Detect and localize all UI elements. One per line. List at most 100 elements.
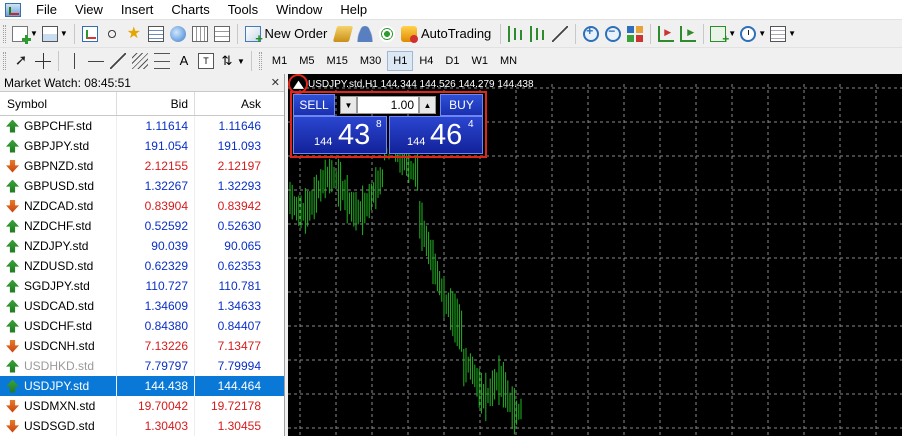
lot-decrease-button[interactable]: ▼ <box>340 96 357 114</box>
favorites-button[interactable]: ★ <box>123 23 145 45</box>
channel-button[interactable] <box>129 50 151 72</box>
terminal-icon <box>191 25 208 42</box>
new-chart-icon <box>12 25 31 44</box>
chart-window[interactable]: USDJPY.std,H1 144.344 144.526 144.279 14… <box>288 74 902 436</box>
menu-tools[interactable]: Tools <box>219 0 267 19</box>
toolbar-grip[interactable] <box>258 52 262 70</box>
lot-size-input[interactable] <box>357 96 419 114</box>
symbol-name: USDMXN.std <box>24 399 96 413</box>
chart-shift-button[interactable] <box>677 23 699 45</box>
column-header-bid[interactable]: Bid <box>117 92 195 115</box>
text-label-button[interactable]: T <box>195 50 217 72</box>
timeframe-w1[interactable]: W1 <box>465 51 494 71</box>
tile-windows-button[interactable] <box>624 23 646 45</box>
terminal-button[interactable] <box>189 23 211 45</box>
menu-charts[interactable]: Charts <box>162 0 218 19</box>
navigator-button[interactable] <box>167 23 189 45</box>
indicators-button[interactable]: ▼ <box>708 23 738 46</box>
menu-file[interactable]: File <box>27 0 66 19</box>
tester-button[interactable] <box>211 23 233 45</box>
timeframe-m5[interactable]: M5 <box>293 51 320 71</box>
zoom-in-button[interactable] <box>580 23 602 45</box>
column-header-ask[interactable]: Ask <box>195 92 267 115</box>
candlestick-button[interactable] <box>527 23 549 45</box>
timeframe-h1[interactable]: H1 <box>387 51 414 71</box>
fibonacci-button[interactable] <box>151 50 173 72</box>
market-watch-row[interactable]: USDMXN.std 19.70042 19.72178 <box>0 396 284 416</box>
market-watch-row[interactable]: GBPJPY.std 191.054 191.093 <box>0 136 284 156</box>
timeframe-m30[interactable]: M30 <box>354 51 387 71</box>
crosshair-move-button[interactable] <box>101 23 123 45</box>
new-chart-button[interactable]: ▼ <box>10 23 40 45</box>
auto-scroll-button[interactable] <box>655 23 677 45</box>
symbol-name: NZDCHF.std <box>24 219 92 233</box>
horizontal-line-button[interactable] <box>85 50 107 72</box>
toolbar-grip[interactable] <box>3 24 6 43</box>
buy-button[interactable]: BUY <box>440 94 483 116</box>
lot-increase-button[interactable]: ▲ <box>419 96 436 114</box>
market-watch-row[interactable]: USDSGD.std 1.30403 1.30455 <box>0 416 284 436</box>
market-watch-row[interactable]: NZDJPY.std 90.039 90.065 <box>0 236 284 256</box>
tile-windows-icon <box>627 25 644 42</box>
menu-help[interactable]: Help <box>331 0 376 19</box>
bid-price: 110.727 <box>117 276 195 296</box>
profiles-button[interactable]: ▼ <box>40 23 70 45</box>
metaeditor-button[interactable] <box>332 23 354 45</box>
vertical-line-button[interactable] <box>63 50 85 72</box>
ask-price: 19.72178 <box>210 399 261 413</box>
text-button[interactable]: A <box>173 50 195 72</box>
ask-price: 1.30455 <box>217 419 261 433</box>
sell-button[interactable]: SELL <box>293 94 335 116</box>
crosshair-icon <box>103 25 120 42</box>
arrows-button[interactable]: ⇅ ▼ <box>217 50 247 72</box>
menu-insert[interactable]: Insert <box>112 0 163 19</box>
timeframe-m15[interactable]: M15 <box>320 51 353 71</box>
app-chart-icon[interactable] <box>5 2 21 17</box>
arrow-up-icon <box>6 259 19 273</box>
toolbar-separator <box>250 51 252 71</box>
arrow-up-icon <box>6 139 19 153</box>
text-icon: A <box>179 53 189 68</box>
market-watch-row[interactable]: GBPUSD.std 1.32267 1.32293 <box>0 176 284 196</box>
market-watch-row[interactable]: USDCHF.std 0.84380 0.84407 <box>0 316 284 336</box>
cursor-button[interactable]: ➚ <box>10 50 32 72</box>
menu-view[interactable]: View <box>66 0 112 19</box>
symbol-name: USDCAD.std <box>24 299 95 313</box>
column-header-symbol[interactable]: Symbol <box>0 92 117 115</box>
trendline-button[interactable] <box>107 50 129 72</box>
buy-price-button[interactable]: 144 46 4 <box>389 116 483 154</box>
support-button[interactable] <box>354 23 376 45</box>
bar-chart-button[interactable] <box>505 23 527 45</box>
timeframe-m1[interactable]: M1 <box>266 51 293 71</box>
market-watch-row[interactable]: NZDCHF.std 0.52592 0.52630 <box>0 216 284 236</box>
templates-button[interactable]: ▼ <box>768 23 798 45</box>
periods-button[interactable]: ▼ <box>738 23 768 45</box>
line-chart-button[interactable] <box>549 23 571 45</box>
data-window-button[interactable] <box>145 23 167 45</box>
market-watch-row[interactable]: SGDJPY.std 110.727 110.781 <box>0 276 284 296</box>
sell-price-button[interactable]: 144 43 8 <box>293 116 387 154</box>
close-icon[interactable]: ✕ <box>271 76 280 89</box>
chart-window-button[interactable] <box>79 23 101 45</box>
market-watch-row[interactable]: USDJPY.std 144.438 144.464 <box>0 376 284 396</box>
autotrading-button[interactable]: AutoTrading <box>398 23 496 45</box>
indicators-icon <box>710 25 729 46</box>
market-watch-row[interactable]: GBPCHF.std 1.11614 1.11646 <box>0 116 284 136</box>
timeframe-mn[interactable]: MN <box>494 51 523 71</box>
market-watch-row[interactable]: USDCNH.std 7.13226 7.13477 <box>0 336 284 356</box>
market-watch-row[interactable]: NZDCAD.std 0.83904 0.83942 <box>0 196 284 216</box>
crosshair-button[interactable] <box>32 50 54 72</box>
new-order-button[interactable]: New Order <box>242 23 332 46</box>
signals-button[interactable] <box>376 23 398 45</box>
zoom-out-button[interactable] <box>602 23 624 45</box>
bid-price: 1.34609 <box>117 296 195 316</box>
market-watch-row[interactable]: USDCAD.std 1.34609 1.34633 <box>0 296 284 316</box>
toolbar-grip[interactable] <box>3 52 6 70</box>
menu-bar: File View Insert Charts Tools Window Hel… <box>0 0 902 19</box>
menu-window[interactable]: Window <box>267 0 331 19</box>
timeframe-d1[interactable]: D1 <box>439 51 465 71</box>
market-watch-row[interactable]: GBPNZD.std 2.12155 2.12197 <box>0 156 284 176</box>
timeframe-h4[interactable]: H4 <box>413 51 439 71</box>
market-watch-row[interactable]: USDHKD.std 7.79797 7.79994 <box>0 356 284 376</box>
market-watch-row[interactable]: NZDUSD.std 0.62329 0.62353 <box>0 256 284 276</box>
